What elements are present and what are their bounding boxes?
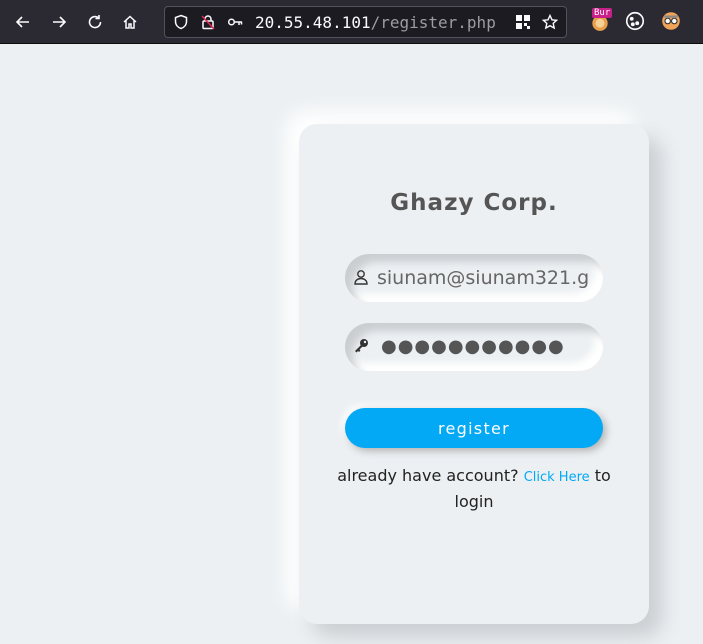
register-button[interactable]: register bbox=[345, 408, 603, 448]
login-link[interactable]: Click Here bbox=[524, 470, 590, 485]
insecure-lock-icon[interactable] bbox=[200, 14, 218, 32]
qr-code-icon[interactable] bbox=[515, 14, 533, 32]
company-title: Ghazy Corp. bbox=[390, 190, 558, 216]
burp-badge: Bur bbox=[592, 8, 613, 18]
url-text[interactable]: 20.55.48.101/register.php bbox=[255, 13, 496, 32]
reload-icon[interactable] bbox=[81, 8, 109, 36]
key-icon bbox=[353, 338, 371, 356]
url-path: /register.php bbox=[370, 13, 496, 32]
profile-extension-icon[interactable] bbox=[660, 10, 682, 32]
key-icon[interactable] bbox=[227, 14, 245, 32]
password-field[interactable]: ●●●●●●●●●●● bbox=[345, 323, 603, 371]
home-icon[interactable] bbox=[116, 8, 144, 36]
back-icon[interactable] bbox=[9, 8, 37, 36]
login-prompt: already have account? Click Here to logi… bbox=[329, 464, 619, 514]
browser-toolbar: 20.55.48.101/register.php Bur bbox=[0, 0, 703, 44]
email-field[interactable] bbox=[345, 254, 603, 302]
bookmark-star-icon[interactable] bbox=[541, 13, 560, 32]
password-input[interactable]: ●●●●●●●●●●● bbox=[381, 336, 565, 357]
cookie-extension-icon[interactable] bbox=[624, 10, 646, 32]
url-host: 20.55.48.101 bbox=[255, 13, 371, 32]
url-bar[interactable]: 20.55.48.101/register.php bbox=[164, 6, 567, 38]
login-prompt-text: already have account? bbox=[337, 466, 519, 485]
email-input[interactable] bbox=[377, 254, 599, 302]
shield-icon[interactable] bbox=[173, 14, 191, 32]
register-card: Ghazy Corp. ●●●●●●●●●●● register already… bbox=[299, 124, 649, 624]
forward-icon[interactable] bbox=[45, 8, 73, 36]
user-icon bbox=[353, 269, 371, 287]
